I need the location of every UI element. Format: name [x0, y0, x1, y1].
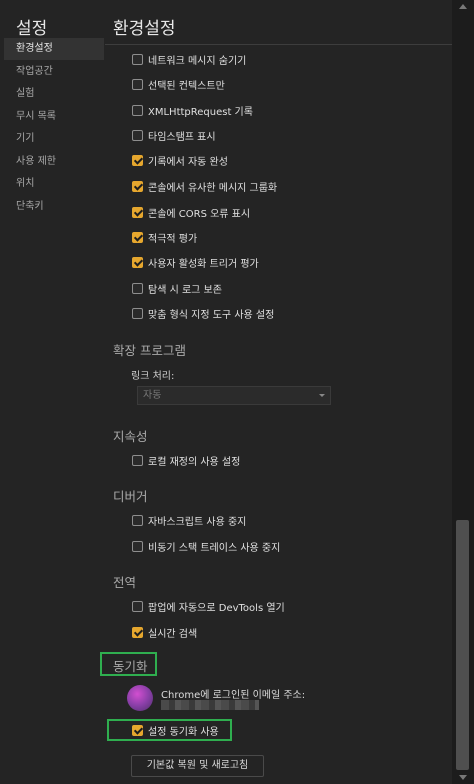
sidebar-item-devices[interactable]: 기기	[4, 128, 104, 150]
option-label: 타임스탬프 표시	[148, 131, 216, 143]
sidebar-item-preferences[interactable]: 환경설정	[4, 38, 104, 60]
option-user-activation-eval[interactable]: 사용자 활성화 트리거 평가	[132, 254, 259, 270]
option-group-similar-messages[interactable]: 콘솔에서 유사한 메시지 그룹화	[132, 178, 277, 194]
option-custom-formatters[interactable]: 맞춤 형식 지정 도구 사용 설정	[132, 305, 274, 321]
sidebar-item-locations[interactable]: 위치	[4, 173, 104, 195]
option-label: 맞춤 형식 지정 도구 사용 설정	[148, 309, 275, 321]
option-label: 적극적 평가	[148, 233, 198, 245]
link-handling-value: 자동	[143, 390, 162, 401]
option-preserve-log[interactable]: 탐색 시 로그 보존	[132, 280, 222, 296]
checkbox-checked[interactable]	[132, 180, 143, 192]
avatar	[127, 685, 153, 711]
section-title-sync: 동기화	[113, 659, 148, 674]
section-title-extensions: 확장 프로그램	[113, 343, 186, 358]
checkbox-checked[interactable]	[132, 724, 143, 736]
option-hide-network-messages[interactable]: 네트워크 메시지 숨기기	[132, 51, 246, 67]
sidebar-item-shortcuts[interactable]: 단축키	[4, 196, 104, 218]
checkbox-checked[interactable]	[132, 256, 143, 268]
option-auto-open-devtools-popups[interactable]: 팝업에 자동으로 DevTools 열기	[132, 598, 285, 614]
sidebar-item-ignore-list[interactable]: 무시 목록	[4, 106, 104, 128]
checkbox[interactable]	[132, 540, 143, 552]
option-disable-javascript[interactable]: 자바스크립트 사용 중지	[132, 512, 246, 528]
preferences-panel: 환경설정 네트워크 메시지 숨기기 선택된 컨텍스트만 XMLHttpReque…	[100, 0, 452, 784]
checkbox[interactable]	[132, 454, 143, 466]
restore-defaults-button[interactable]: 기본값 복원 및 새로고침	[131, 755, 264, 777]
section-title-persistence: 지속성	[113, 429, 148, 444]
checkbox[interactable]	[132, 600, 143, 612]
link-handling-select[interactable]: 자동	[137, 386, 331, 405]
page-title: 환경설정	[113, 19, 176, 39]
checkbox[interactable]	[132, 307, 143, 319]
option-label: 설정 동기화 사용	[148, 726, 219, 738]
option-label: 실시간 검색	[148, 628, 198, 640]
option-local-overrides[interactable]: 로컬 재정의 사용 설정	[132, 452, 240, 468]
checkbox-checked[interactable]	[132, 154, 143, 166]
option-autocomplete-history[interactable]: 기록에서 자동 완성	[132, 152, 228, 168]
sync-email-label: Chrome에 로그인된 이메일 주소:	[161, 690, 306, 701]
scroll-up-arrow-icon[interactable]	[459, 4, 467, 9]
checkbox[interactable]	[132, 53, 143, 65]
checkbox[interactable]	[132, 282, 143, 294]
option-label: 콘솔에서 유사한 메시지 그룹화	[148, 182, 278, 194]
checkbox-checked[interactable]	[132, 231, 143, 243]
option-search-as-you-type[interactable]: 실시간 검색	[132, 624, 197, 640]
option-selected-context-only[interactable]: 선택된 컨텍스트만	[132, 76, 225, 92]
option-eager-evaluation[interactable]: 적극적 평가	[132, 229, 197, 245]
chevron-down-icon	[319, 394, 325, 397]
section-title-global: 전역	[113, 575, 137, 590]
checkbox-checked[interactable]	[132, 206, 143, 218]
sidebar-nav: 환경설정 작업공간 실험 무시 목록 기기 사용 제한 위치 단축키	[4, 38, 104, 218]
checkbox[interactable]	[132, 104, 143, 116]
sidebar-title: 설정	[16, 19, 48, 39]
checkbox[interactable]	[132, 129, 143, 141]
email-redacted	[161, 700, 259, 710]
sidebar-item-throttling[interactable]: 사용 제한	[4, 151, 104, 173]
scrollbar[interactable]	[452, 0, 474, 784]
option-show-cors-errors[interactable]: 콘솔에 CORS 오류 표시	[132, 204, 250, 220]
title-divider	[105, 44, 452, 45]
link-handling-label: 링크 처리:	[131, 371, 175, 382]
option-label: 기록에서 자동 완성	[148, 156, 228, 168]
option-label: 네트워크 메시지 숨기기	[148, 55, 247, 67]
option-label: XMLHttpRequest 기록	[148, 106, 253, 118]
option-label: 사용자 활성화 트리거 평가	[148, 258, 259, 270]
sidebar-item-experiments[interactable]: 실험	[4, 83, 104, 105]
checkbox[interactable]	[132, 78, 143, 90]
sidebar-item-workspace[interactable]: 작업공간	[4, 61, 104, 83]
option-show-timestamps[interactable]: 타임스탬프 표시	[132, 127, 216, 143]
option-enable-settings-sync[interactable]: 설정 동기화 사용	[132, 722, 219, 738]
option-label: 자바스크립트 사용 중지	[148, 516, 247, 528]
option-label: 콘솔에 CORS 오류 표시	[148, 208, 251, 220]
checkbox[interactable]	[132, 514, 143, 526]
settings-sidebar: 설정 환경설정 작업공간 실험 무시 목록 기기 사용 제한 위치 단축키	[0, 0, 105, 784]
scrollbar-thumb[interactable]	[456, 520, 469, 770]
section-title-debugger: 디버거	[113, 489, 148, 504]
option-disable-async-stack-traces[interactable]: 비동기 스택 트레이스 사용 중지	[132, 538, 280, 554]
option-label: 선택된 컨텍스트만	[148, 80, 225, 92]
option-label: 팝업에 자동으로 DevTools 열기	[148, 602, 285, 614]
option-log-xmlhttprequests[interactable]: XMLHttpRequest 기록	[132, 102, 253, 118]
option-label: 비동기 스택 트레이스 사용 중지	[148, 542, 281, 554]
scroll-down-arrow-icon[interactable]	[459, 775, 467, 780]
option-label: 탐색 시 로그 보존	[148, 284, 222, 296]
option-label: 로컬 재정의 사용 설정	[148, 456, 241, 468]
checkbox-checked[interactable]	[132, 626, 143, 638]
